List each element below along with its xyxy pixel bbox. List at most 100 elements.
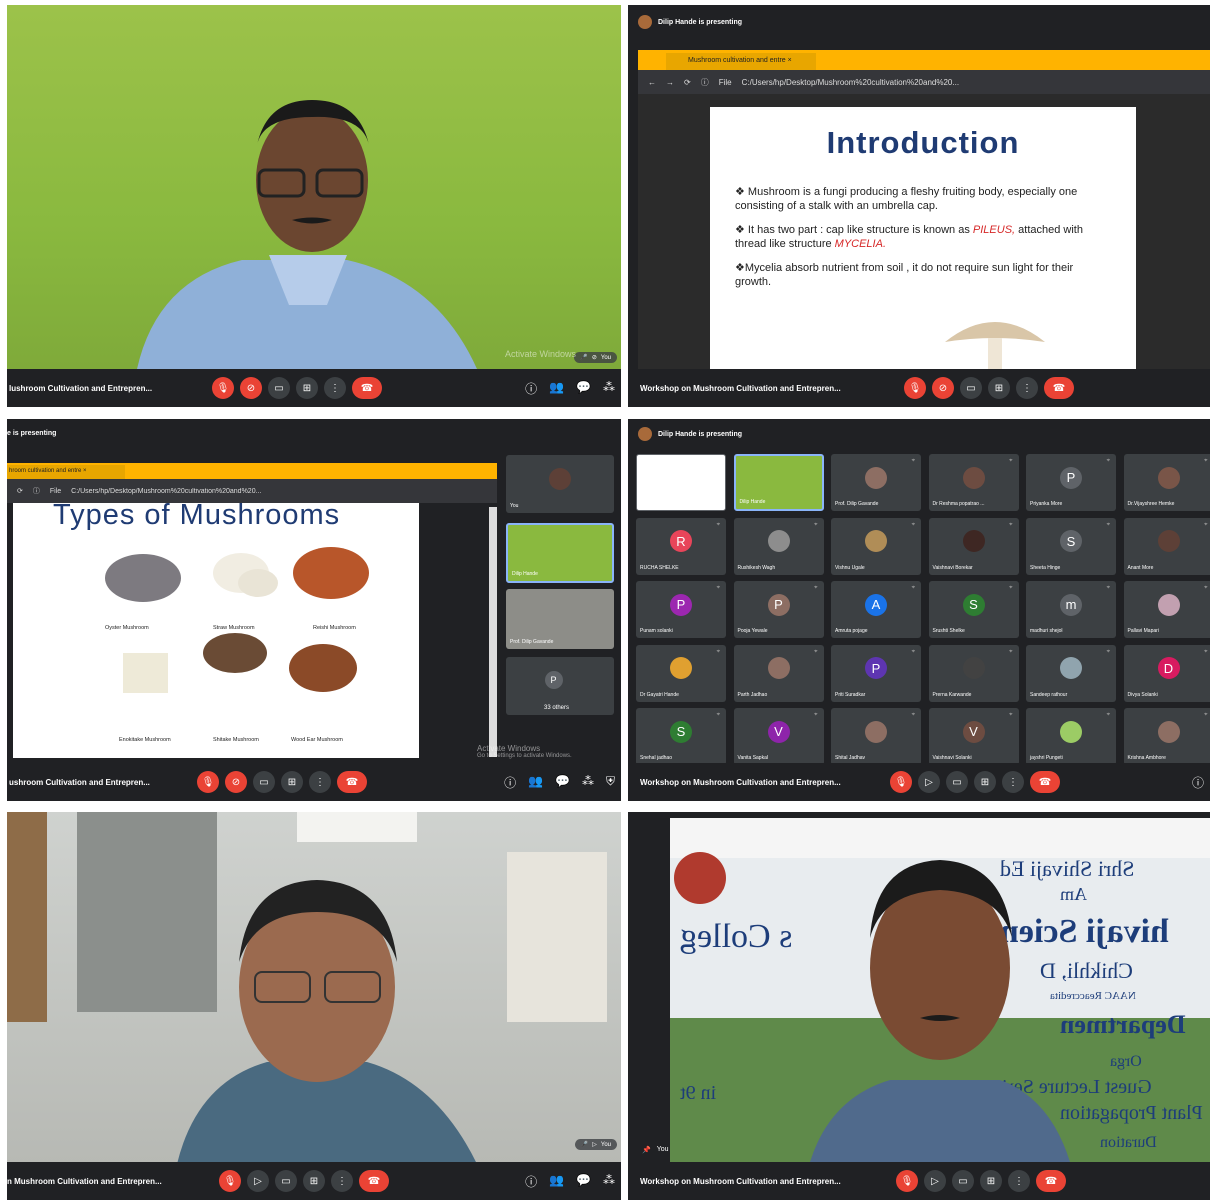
participant-tile[interactable]: ⌖ Shital Jadhav: [831, 708, 921, 765]
participant-tile[interactable]: ⌖ Anant More: [1123, 517, 1210, 575]
participant-tile[interactable]: ⌖ Dr Gayatri Hande: [636, 644, 726, 702]
leave-call-button[interactable]: ☎: [359, 1170, 389, 1192]
pin-icon[interactable]: ⌖: [1107, 712, 1110, 719]
participant-tile[interactable]: S ⌖ Sheeta Hinge: [1026, 517, 1116, 575]
people-icon[interactable]: 👥: [549, 380, 564, 397]
more-options-button[interactable]: ⋮: [1008, 1170, 1030, 1192]
participant-tile[interactable]: P ⌖ Pooja Yewale: [733, 581, 824, 638]
info-icon[interactable]: ⓘ: [525, 1173, 537, 1190]
forward-icon[interactable]: →: [666, 78, 674, 87]
mic-toggle-button[interactable]: 🎙: [896, 1170, 918, 1192]
reload-icon[interactable]: ⟳: [684, 78, 691, 87]
participant-tile[interactable]: ⌖ Dr Reshma popatrao ...: [928, 454, 1019, 511]
captions-button[interactable]: ▭: [253, 771, 275, 793]
participant-tile[interactable]: S ⌖ Snehal jadhao: [636, 708, 726, 765]
pin-icon[interactable]: ⌖: [814, 712, 817, 719]
present-button[interactable]: ⊞: [303, 1170, 325, 1192]
camera-toggle-button[interactable]: ⊘: [932, 377, 954, 399]
participant-tile[interactable]: [636, 454, 726, 511]
browser-tab[interactable]: hroom cultivation and entre ×: [7, 465, 125, 479]
pin-icon[interactable]: ⌖: [1204, 585, 1207, 592]
pin-icon[interactable]: ⌖: [717, 712, 720, 719]
pin-icon[interactable]: ⌖: [1009, 649, 1012, 656]
participant-tile[interactable]: ⌖ Prerna Karwande: [928, 644, 1019, 702]
participant-tile[interactable]: ⌖ Rushikesh Wagh: [733, 517, 824, 575]
activities-icon[interactable]: ⁂: [603, 380, 615, 397]
participant-tile[interactable]: V ⌖ Vanita Sapkal: [733, 708, 824, 765]
pin-icon[interactable]: ⌖: [1009, 522, 1012, 529]
pin-icon[interactable]: ⌖: [717, 522, 720, 529]
chat-icon[interactable]: 💬: [576, 1173, 591, 1190]
participant-tile[interactable]: P ⌖ Punam solanki: [636, 581, 726, 638]
url-text[interactable]: C:/Users/hp/Desktop/Mushroom%20cultivati…: [742, 78, 959, 87]
participant-tile[interactable]: m ⌖ madhuri shejol: [1026, 581, 1116, 638]
leave-call-button[interactable]: ☎: [337, 771, 367, 793]
participant-tile[interactable]: ⌖ Vishnu Ugale: [831, 517, 921, 575]
leave-call-button[interactable]: ☎: [1036, 1170, 1066, 1192]
pin-icon[interactable]: 📌: [642, 1146, 651, 1154]
pin-icon[interactable]: ⌖: [1204, 712, 1207, 719]
mic-toggle-button[interactable]: 🎙: [197, 771, 219, 793]
url-text[interactable]: C:/Users/hp/Desktop/Mushroom%20cultivati…: [71, 488, 261, 495]
pin-icon[interactable]: ⌖: [814, 649, 817, 656]
pin-icon[interactable]: ⌖: [814, 585, 817, 592]
present-button[interactable]: ⊞: [974, 771, 996, 793]
slide-scrollbar[interactable]: [489, 507, 497, 757]
participant-tile[interactable]: D ⌖ Divya Solanki: [1123, 644, 1210, 702]
leave-call-button[interactable]: ☎: [352, 377, 382, 399]
pin-icon[interactable]: ⌖: [1107, 649, 1110, 656]
camera-toggle-button[interactable]: ⊘: [225, 771, 247, 793]
camera-toggle-button[interactable]: ▷: [247, 1170, 269, 1192]
mic-toggle-button[interactable]: 🎙: [212, 377, 234, 399]
pin-icon[interactable]: ⌖: [912, 712, 915, 719]
captions-button[interactable]: ▭: [275, 1170, 297, 1192]
leave-call-button[interactable]: ☎: [1044, 377, 1074, 399]
side-tile-others[interactable]: P 33 others: [506, 657, 614, 715]
participant-tile[interactable]: ⌖ Pallavi Mapari: [1123, 581, 1210, 638]
mic-toggle-button[interactable]: 🎙: [890, 771, 912, 793]
captions-button[interactable]: ▭: [946, 771, 968, 793]
pin-icon[interactable]: ⌖: [1009, 458, 1012, 465]
pin-icon[interactable]: ⌖: [814, 522, 817, 529]
mic-toggle-button[interactable]: 🎙: [219, 1170, 241, 1192]
present-button[interactable]: ⊞: [281, 771, 303, 793]
participant-tile[interactable]: ⌖ Sandeep rathour: [1026, 644, 1116, 702]
shield-icon[interactable]: ⛨: [606, 774, 615, 791]
pin-icon[interactable]: ⌖: [1107, 522, 1110, 529]
reload-icon[interactable]: ⟳: [17, 487, 23, 495]
pin-icon[interactable]: ⌖: [1009, 712, 1012, 719]
participant-tile[interactable]: S ⌖ Srushti Shelke: [928, 581, 1019, 638]
pin-icon[interactable]: ⌖: [1204, 649, 1207, 656]
pin-icon[interactable]: ⌖: [717, 585, 720, 592]
pin-icon[interactable]: ⌖: [912, 458, 915, 465]
captions-button[interactable]: ▭: [268, 377, 290, 399]
chat-icon[interactable]: 💬: [576, 380, 591, 397]
participant-tile[interactable]: P ⌖ Priti Suradkar: [831, 644, 921, 702]
pin-icon[interactable]: ⌖: [1009, 585, 1012, 592]
pin-icon[interactable]: ⌖: [1107, 585, 1110, 592]
people-icon[interactable]: 👥: [528, 774, 543, 791]
participant-tile[interactable]: ⌖ Vaishnavi Borekar: [928, 517, 1019, 575]
present-button[interactable]: ⊞: [980, 1170, 1002, 1192]
present-button[interactable]: ⊞: [296, 377, 318, 399]
browser-tab[interactable]: Mushroom cultivation and entre ×: [666, 53, 816, 70]
chat-icon[interactable]: 💬: [555, 774, 570, 791]
present-button[interactable]: ⊞: [988, 377, 1010, 399]
more-options-button[interactable]: ⋮: [1016, 377, 1038, 399]
participant-tile[interactable]: ⌖ Prof. Dilip Gavande: [831, 454, 921, 511]
participant-tile[interactable]: ⌖ Parth Jadhao: [733, 644, 824, 702]
participant-tile[interactable]: ⌖ Krishna Ambhore: [1123, 708, 1210, 765]
more-options-button[interactable]: ⋮: [331, 1170, 353, 1192]
info-icon[interactable]: ⓘ: [1192, 774, 1204, 791]
more-options-button[interactable]: ⋮: [1002, 771, 1024, 793]
leave-call-button[interactable]: ☎: [1030, 771, 1060, 793]
people-icon[interactable]: 👥: [549, 1173, 564, 1190]
mic-toggle-button[interactable]: 🎙: [904, 377, 926, 399]
participant-tile[interactable]: Dilip Hande: [733, 454, 824, 511]
participant-tile[interactable]: ⌖ Dr.Vijayshree Hemke: [1123, 454, 1210, 511]
activities-icon[interactable]: ⁂: [582, 774, 594, 791]
captions-button[interactable]: ▭: [952, 1170, 974, 1192]
pin-icon[interactable]: ⌖: [912, 585, 915, 592]
more-options-button[interactable]: ⋮: [324, 377, 346, 399]
pin-icon[interactable]: ⌖: [1204, 522, 1207, 529]
